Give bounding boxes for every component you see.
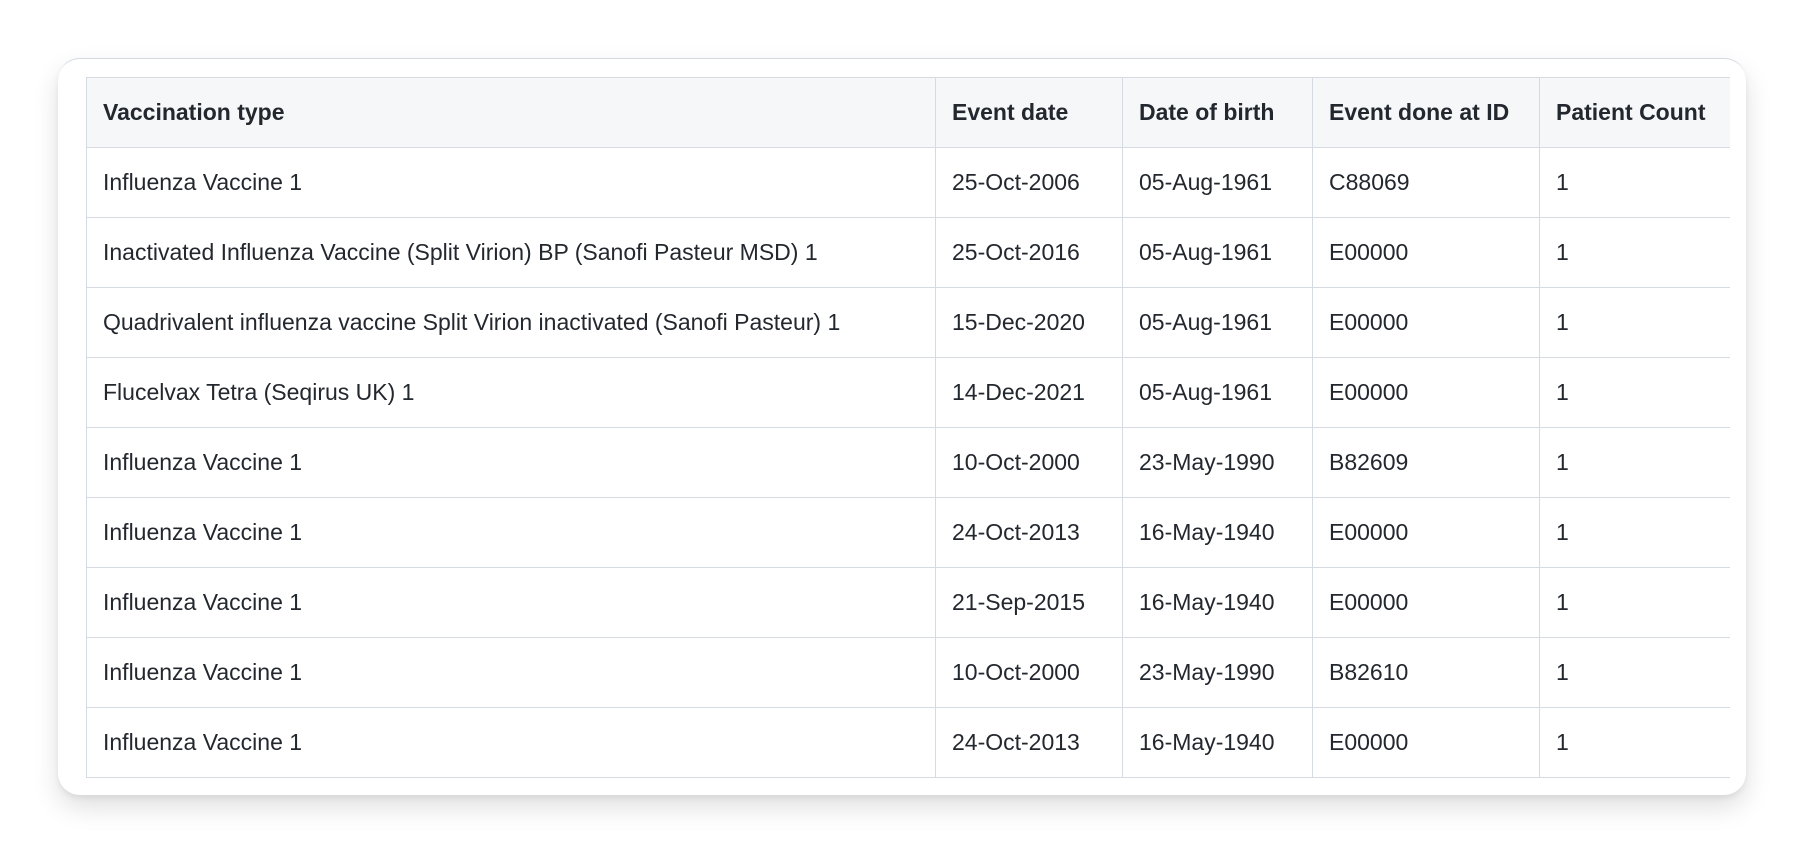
cell-vaccination-type: Influenza Vaccine 1 <box>86 497 936 568</box>
table-row: Quadrivalent influenza vaccine Split Vir… <box>86 287 1730 358</box>
cell-date-of-birth: 16-May-1940 <box>1122 567 1313 638</box>
results-card: Vaccination type Event date Date of birt… <box>58 58 1746 795</box>
cell-patient-count: 1 <box>1539 147 1730 218</box>
cell-event-done-at-id: E00000 <box>1312 707 1540 778</box>
cell-vaccination-type: Influenza Vaccine 1 <box>86 637 936 708</box>
cell-date-of-birth: 23-May-1990 <box>1122 427 1313 498</box>
cell-patient-count: 1 <box>1539 217 1730 288</box>
cell-vaccination-type: Influenza Vaccine 1 <box>86 707 936 778</box>
cell-event-done-at-id: B82610 <box>1312 637 1540 708</box>
cell-event-done-at-id: E00000 <box>1312 497 1540 568</box>
cell-vaccination-type: Influenza Vaccine 1 <box>86 147 936 218</box>
table-row: Influenza Vaccine 1 10-Oct-2000 23-May-1… <box>86 637 1730 708</box>
cell-event-date: 25-Oct-2016 <box>935 217 1123 288</box>
cell-event-date: 14-Dec-2021 <box>935 357 1123 428</box>
column-header-event-done-at-id[interactable]: Event done at ID <box>1312 77 1540 148</box>
column-header-event-date[interactable]: Event date <box>935 77 1123 148</box>
cell-event-done-at-id: E00000 <box>1312 287 1540 358</box>
cell-vaccination-type: Inactivated Influenza Vaccine (Split Vir… <box>86 217 936 288</box>
table-row: Influenza Vaccine 1 10-Oct-2000 23-May-1… <box>86 427 1730 498</box>
cell-vaccination-type: Influenza Vaccine 1 <box>86 567 936 638</box>
cell-patient-count: 1 <box>1539 497 1730 568</box>
column-header-patient-count[interactable]: Patient Count <box>1539 77 1730 148</box>
cell-patient-count: 1 <box>1539 427 1730 498</box>
vaccination-table: Vaccination type Event date Date of birt… <box>86 77 1730 778</box>
cell-patient-count: 1 <box>1539 567 1730 638</box>
column-header-date-of-birth[interactable]: Date of birth <box>1122 77 1313 148</box>
cell-event-date: 24-Oct-2013 <box>935 497 1123 568</box>
cell-event-done-at-id: E00000 <box>1312 567 1540 638</box>
cell-date-of-birth: 05-Aug-1961 <box>1122 357 1313 428</box>
cell-event-date: 15-Dec-2020 <box>935 287 1123 358</box>
cell-vaccination-type: Quadrivalent influenza vaccine Split Vir… <box>86 287 936 358</box>
cell-event-done-at-id: E00000 <box>1312 357 1540 428</box>
table-row: Influenza Vaccine 1 24-Oct-2013 16-May-1… <box>86 707 1730 778</box>
cell-patient-count: 1 <box>1539 637 1730 708</box>
cell-date-of-birth: 23-May-1990 <box>1122 637 1313 708</box>
cell-event-date: 21-Sep-2015 <box>935 567 1123 638</box>
cell-event-date: 10-Oct-2000 <box>935 427 1123 498</box>
table-row: Influenza Vaccine 1 24-Oct-2013 16-May-1… <box>86 497 1730 568</box>
cell-patient-count: 1 <box>1539 287 1730 358</box>
cell-event-done-at-id: E00000 <box>1312 217 1540 288</box>
table-header-row: Vaccination type Event date Date of birt… <box>86 77 1730 148</box>
cell-event-date: 25-Oct-2006 <box>935 147 1123 218</box>
table-row: Flucelvax Tetra (Seqirus UK) 1 14-Dec-20… <box>86 357 1730 428</box>
cell-date-of-birth: 05-Aug-1961 <box>1122 287 1313 358</box>
table-row: Influenza Vaccine 1 25-Oct-2006 05-Aug-1… <box>86 147 1730 218</box>
cell-vaccination-type: Flucelvax Tetra (Seqirus UK) 1 <box>86 357 936 428</box>
table-scroll-area[interactable]: Vaccination type Event date Date of birt… <box>86 77 1730 795</box>
column-header-vaccination-type[interactable]: Vaccination type <box>86 77 936 148</box>
cell-event-date: 10-Oct-2000 <box>935 637 1123 708</box>
cell-event-date: 24-Oct-2013 <box>935 707 1123 778</box>
cell-patient-count: 1 <box>1539 707 1730 778</box>
cell-date-of-birth: 16-May-1940 <box>1122 497 1313 568</box>
cell-date-of-birth: 05-Aug-1961 <box>1122 147 1313 218</box>
cell-event-done-at-id: B82609 <box>1312 427 1540 498</box>
cell-vaccination-type: Influenza Vaccine 1 <box>86 427 936 498</box>
table-row: Inactivated Influenza Vaccine (Split Vir… <box>86 217 1730 288</box>
cell-date-of-birth: 05-Aug-1961 <box>1122 217 1313 288</box>
cell-patient-count: 1 <box>1539 357 1730 428</box>
cell-event-done-at-id: C88069 <box>1312 147 1540 218</box>
table-row: Influenza Vaccine 1 21-Sep-2015 16-May-1… <box>86 567 1730 638</box>
cell-date-of-birth: 16-May-1940 <box>1122 707 1313 778</box>
